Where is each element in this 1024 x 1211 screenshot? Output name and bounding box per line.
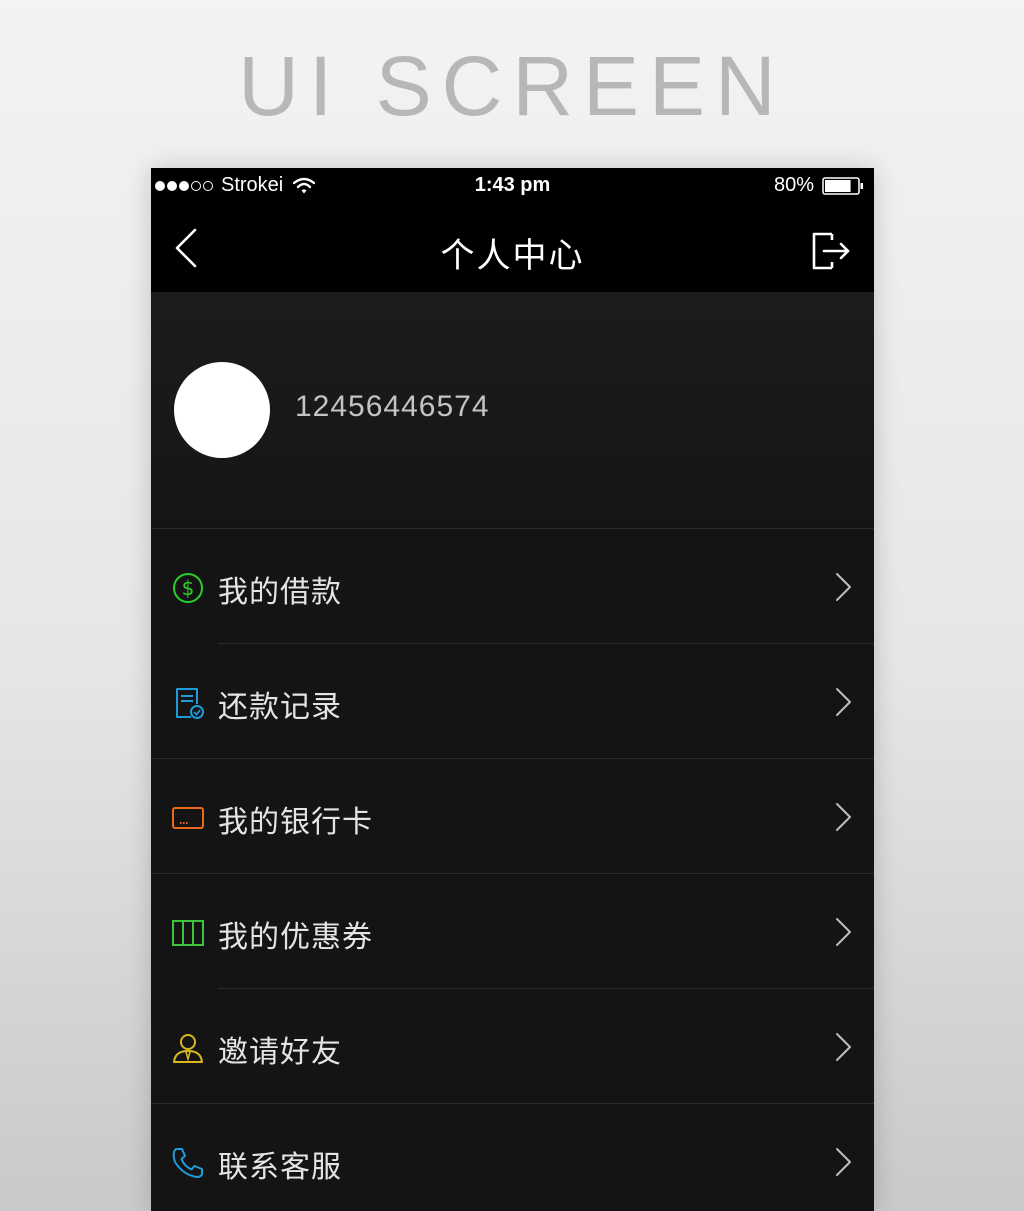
- status-time: 1:43 pm: [474, 174, 551, 196]
- coupon-icon: [172, 920, 204, 946]
- page-title: 个人中心: [440, 236, 585, 276]
- phone-screen: Strokei 1:43 pm 80% 个人中心 12456446574 $ 我…: [151, 168, 874, 1211]
- chevron-right-icon: [836, 803, 851, 831]
- battery-percent: 80%: [773, 174, 814, 196]
- menu-item-label: 还款记录: [218, 690, 342, 725]
- menu-item-invite-friends[interactable]: 邀请好友: [151, 989, 874, 1104]
- invite-friend-icon: [173, 1034, 203, 1063]
- menu-item-label: 联系客服: [218, 1150, 342, 1185]
- menu-item-bank-card[interactable]: 我的银行卡: [151, 759, 874, 874]
- profile-header: 12456446574: [151, 292, 874, 529]
- phone-icon: [172, 1148, 203, 1178]
- chevron-right-icon: [836, 688, 851, 716]
- menu-item-label: 邀请好友: [218, 1035, 342, 1070]
- page-heading: UI SCREEN: [238, 39, 786, 133]
- chevron-right-icon: [836, 1033, 851, 1061]
- status-bar: Strokei 1:43 pm 80%: [151, 168, 874, 204]
- avatar[interactable]: [174, 362, 270, 458]
- menu-item-customer-service[interactable]: 联系客服: [151, 1104, 874, 1211]
- menu-item-repayment-record[interactable]: 还款记录: [151, 644, 874, 759]
- status-right: 80%: [774, 174, 864, 197]
- menu-item-label: 我的优惠券: [218, 920, 373, 955]
- navigation-bar: 个人中心: [151, 204, 874, 292]
- bank-card-icon: [172, 807, 204, 829]
- menu-item-my-loans[interactable]: $ 我的借款: [151, 529, 874, 644]
- repayment-record-icon: [176, 688, 204, 719]
- menu-item-coupons[interactable]: 我的优惠券: [151, 874, 874, 989]
- menu-list: $ 我的借款 还款记录 我的银行卡 我的优惠券 邀请好友 联系客服: [151, 529, 874, 1211]
- svg-text:$: $: [182, 576, 195, 600]
- logout-button[interactable]: [810, 228, 854, 272]
- menu-item-label: 我的借款: [218, 575, 342, 610]
- dollar-circle-icon: $: [173, 573, 203, 603]
- chevron-right-icon: [836, 1148, 851, 1176]
- chevron-right-icon: [836, 918, 851, 946]
- account-number: 12456446574: [295, 390, 490, 423]
- battery-icon: [822, 176, 863, 195]
- chevron-right-icon: [836, 573, 851, 601]
- menu-item-label: 我的银行卡: [218, 805, 373, 840]
